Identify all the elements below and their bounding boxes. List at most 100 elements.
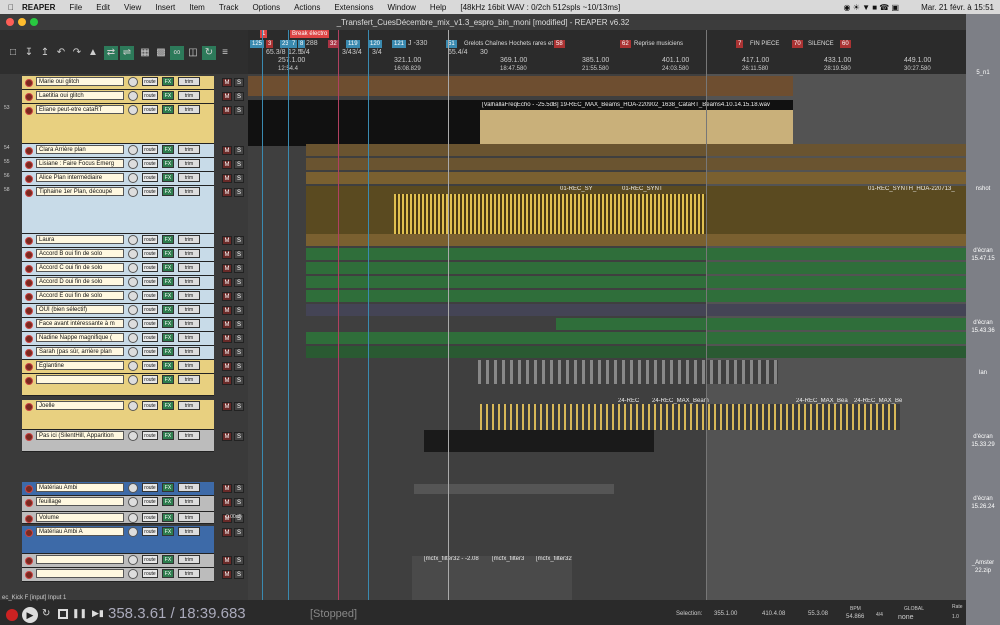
trim-button[interactable]: trim — [178, 249, 200, 258]
mute-button[interactable]: M — [222, 250, 232, 259]
automation-mode[interactable]: none — [898, 614, 914, 621]
region-number[interactable]: 60 — [840, 40, 851, 48]
track-name-field[interactable]: Pas ici (SilentHill, Apparition — [36, 431, 124, 440]
volume-knob[interactable] — [128, 497, 138, 507]
route-button[interactable]: route — [142, 249, 158, 258]
trim-button[interactable]: trim — [178, 277, 200, 286]
media-item[interactable] — [306, 262, 966, 274]
track-row[interactable]: Laura route FX trim — [22, 234, 214, 248]
track-row[interactable]: route FX trim — [22, 374, 214, 396]
solo-button[interactable]: S — [234, 250, 244, 259]
track-row[interactable]: Joelle route FX trim — [22, 400, 214, 430]
mute-button[interactable]: M — [222, 306, 232, 315]
track-name-field[interactable]: Nadine Nappe magnifique ( — [36, 333, 124, 342]
desktop-file-label[interactable]: 15.47.15 — [968, 256, 998, 262]
route-button[interactable]: route — [142, 235, 158, 244]
envelope-icon[interactable]: ▩ — [154, 46, 168, 60]
record-arm-button[interactable] — [25, 403, 33, 411]
trim-button[interactable]: trim — [178, 569, 200, 578]
track-row[interactable]: Laetitia oui glitch route FX trim — [22, 90, 214, 104]
track-row[interactable]: OUI (bien sélectif) route FX trim — [22, 304, 214, 318]
solo-button[interactable]: S — [234, 188, 244, 197]
settings-icon[interactable]: ≡ — [218, 46, 232, 60]
volume-knob[interactable] — [128, 305, 138, 315]
track-row[interactable]: 56 Alice Plan intermédiaire route FX trim — [4, 172, 214, 186]
trim-button[interactable]: trim — [178, 333, 200, 342]
fx-button[interactable]: FX — [162, 527, 174, 536]
media-item[interactable] — [306, 144, 966, 156]
region-number[interactable]: 7 — [736, 40, 744, 48]
fx-button[interactable]: FX — [162, 401, 174, 410]
mute-button[interactable]: M — [222, 402, 232, 411]
route-button[interactable]: route — [142, 187, 158, 196]
undo-icon[interactable]: ↶ — [54, 46, 68, 60]
record-arm-button[interactable] — [25, 335, 33, 343]
record-arm-button[interactable] — [25, 529, 33, 537]
clock[interactable]: Mar. 21 févr. à 15:51 — [921, 3, 994, 12]
menu-edit[interactable]: Edit — [96, 3, 110, 12]
fx-button[interactable]: FX — [162, 187, 174, 196]
record-arm-button[interactable] — [25, 293, 33, 301]
fx-button[interactable]: FX — [162, 375, 174, 384]
record-arm-button[interactable] — [25, 147, 33, 155]
record-arm-button[interactable] — [25, 175, 33, 183]
trim-button[interactable]: trim — [178, 159, 200, 168]
selection-end[interactable]: 410.4.08 — [762, 611, 785, 617]
solo-button[interactable]: S — [234, 348, 244, 357]
position-display[interactable]: 358.3.61 / 18:39.683 — [108, 605, 246, 622]
mute-button[interactable]: M — [222, 92, 232, 101]
mute-button[interactable]: M — [222, 278, 232, 287]
media-item[interactable] — [306, 172, 966, 184]
record-arm-button[interactable] — [25, 433, 33, 441]
route-button[interactable]: route — [142, 401, 158, 410]
volume-knob[interactable] — [128, 513, 138, 523]
volume-knob[interactable] — [128, 249, 138, 259]
route-button[interactable]: route — [142, 305, 158, 314]
route-button[interactable]: route — [142, 77, 158, 86]
desktop-file-label[interactable]: 15.43.36 — [968, 328, 998, 334]
fx-button[interactable]: FX — [162, 333, 174, 342]
record-arm-button[interactable] — [25, 499, 33, 507]
volume-knob[interactable] — [128, 173, 138, 183]
volume-knob[interactable] — [128, 431, 138, 441]
volume-knob[interactable] — [128, 347, 138, 357]
goto-end-button[interactable]: ▶▮ — [92, 608, 104, 619]
desktop-file-label[interactable]: d'écran — [968, 496, 998, 502]
mute-button[interactable]: M — [222, 106, 232, 115]
repeat-icon[interactable]: ↻ — [42, 608, 50, 619]
trim-button[interactable]: trim — [178, 361, 200, 370]
fx-button[interactable]: FX — [162, 305, 174, 314]
track-name-field[interactable]: Laura — [36, 235, 124, 244]
volume-knob[interactable] — [128, 187, 138, 197]
solo-button[interactable]: S — [234, 570, 244, 579]
media-item[interactable] — [480, 110, 793, 144]
mute-button[interactable]: M — [222, 188, 232, 197]
solo-button[interactable]: S — [234, 320, 244, 329]
track-row[interactable]: Accord B oui fin de solo route FX trim — [22, 248, 214, 262]
redo-icon[interactable]: ↷ — [70, 46, 84, 60]
menu-extensions[interactable]: Extensions — [334, 3, 373, 12]
trim-button[interactable]: trim — [178, 527, 200, 536]
marker[interactable]: 7 — [290, 40, 298, 48]
region-label[interactable]: Grelots Chaînes Hochets rares et — [462, 40, 555, 48]
route-button[interactable]: route — [142, 145, 158, 154]
solo-button[interactable]: S — [234, 78, 244, 87]
desktop-file-label[interactable]: 22.zip — [968, 568, 998, 574]
fx-button[interactable]: FX — [162, 277, 174, 286]
desktop-file-label[interactable]: 15.33.29 — [968, 442, 998, 448]
volume-knob[interactable] — [128, 263, 138, 273]
region-number[interactable]: 62 — [620, 40, 631, 48]
record-arm-button[interactable] — [25, 251, 33, 259]
solo-button[interactable]: S — [234, 174, 244, 183]
track-row[interactable]: Accord E oui fin de solo route FX trim — [22, 290, 214, 304]
fx-button[interactable]: FX — [162, 555, 174, 564]
solo-button[interactable]: S — [234, 292, 244, 301]
mute-button[interactable]: M — [222, 78, 232, 87]
track-name-field[interactable]: Marie oui glitch — [36, 77, 124, 86]
region-number[interactable]: 58 — [554, 40, 565, 48]
trim-button[interactable]: trim — [178, 173, 200, 182]
trim-button[interactable]: trim — [178, 263, 200, 272]
region-label[interactable]: Reprise musiciens — [632, 40, 685, 48]
open-icon[interactable]: ↧ — [22, 46, 36, 60]
track-name-field[interactable]: Lisiane : Faire Focus Emerg — [36, 159, 124, 168]
